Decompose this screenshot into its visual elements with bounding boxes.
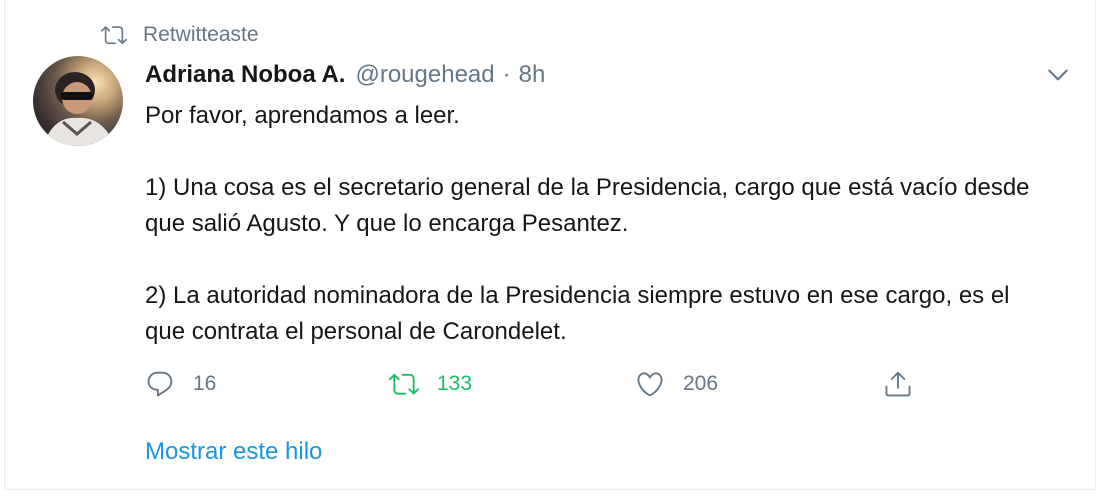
tweet-line: 2) La autoridad nominadora de la Preside… <box>145 282 1010 345</box>
retweet-context: Retwitteaste <box>101 22 259 48</box>
heart-icon <box>637 372 663 397</box>
tweet-header: Adriana Noboa A. @rougehead · 8h <box>145 58 545 92</box>
tweet-card[interactable]: Retwitteaste Adriana Noboa A. @rougehead… <box>4 0 1096 490</box>
author-name[interactable]: Adriana Noboa A. <box>145 61 345 89</box>
retweet-icon <box>101 26 127 45</box>
like-button[interactable]: 206 <box>635 364 718 404</box>
reply-icon <box>147 371 173 397</box>
separator-dot: · <box>502 61 511 88</box>
retweet-count: 133 <box>437 372 473 395</box>
avatar[interactable] <box>33 56 123 146</box>
retweet-icon <box>389 373 419 395</box>
tweet-line <box>145 242 1045 278</box>
share-button[interactable] <box>883 364 931 404</box>
tweet-line: Por favor, aprendamos a leer. <box>145 102 460 129</box>
tweet-line <box>145 134 1045 170</box>
chevron-down-icon[interactable] <box>1045 62 1071 88</box>
show-thread-link[interactable]: Mostrar este hilo <box>145 438 322 466</box>
like-count: 206 <box>683 372 719 395</box>
tweet-line: 1) Una cosa es el secretario general de … <box>145 174 1030 237</box>
retweet-context-label: Retwitteaste <box>143 23 259 46</box>
reply-button[interactable]: 16 <box>145 364 216 404</box>
tweet-time[interactable]: 8h <box>519 61 546 89</box>
tweet-text: Por favor, aprendamos a leer. 1) Una cos… <box>145 98 1045 350</box>
tweet-actions: 16 133 206 <box>145 364 945 404</box>
author-handle[interactable]: @rougehead <box>355 61 494 89</box>
retweet-button[interactable]: 133 <box>389 364 472 404</box>
reply-count: 16 <box>193 372 217 395</box>
share-icon <box>885 371 911 397</box>
avatar-image <box>43 72 115 146</box>
